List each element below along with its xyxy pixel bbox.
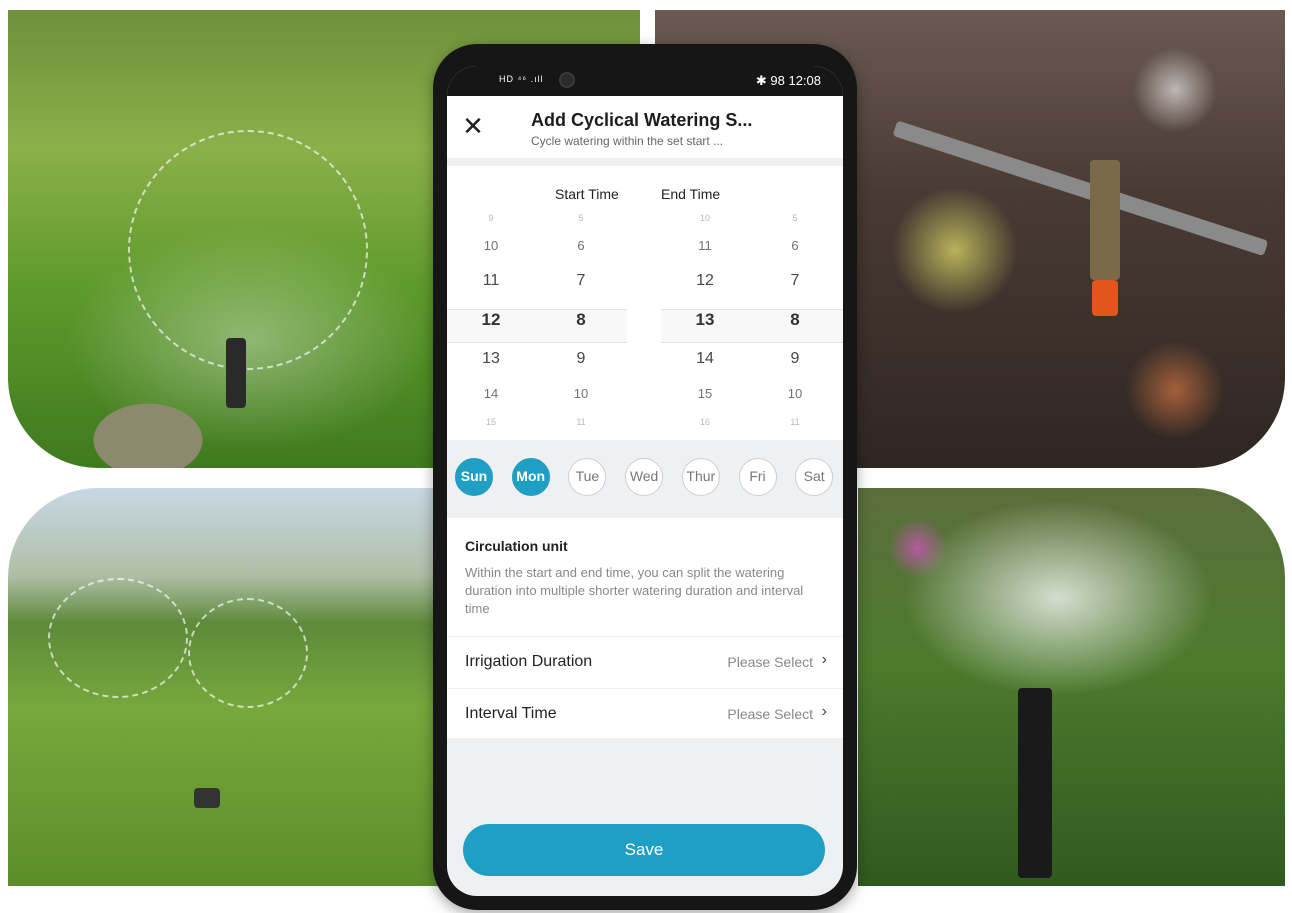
irrigation-duration-row[interactable]: Irrigation Duration Please Select › [447, 636, 843, 688]
wheel-option[interactable]: 15 [675, 378, 735, 410]
start-hour-wheel[interactable]: 9 10 11 12 13 14 15 [461, 206, 521, 434]
day-chip-thur[interactable]: Thur [681, 458, 720, 496]
wheel-option[interactable]: 10 [675, 206, 735, 230]
wheel-option[interactable]: 15 [461, 410, 521, 434]
wheel-option[interactable]: 14 [461, 378, 521, 410]
wheel-option[interactable]: 14 [675, 340, 735, 378]
day-chip-sun[interactable]: Sun [455, 458, 493, 496]
start-minute-wheel[interactable]: 5 6 7 8 9 10 11 [551, 206, 611, 434]
wheel-option[interactable]: 9 [461, 206, 521, 230]
wheel-option[interactable]: 10 [551, 378, 611, 410]
day-chip-fri[interactable]: Fri [738, 458, 777, 496]
end-time-label: End Time [661, 186, 721, 202]
wheel-option[interactable]: 10 [461, 230, 521, 262]
wheel-option[interactable]: 11 [461, 262, 521, 300]
day-chip-sat[interactable]: Sat [795, 458, 834, 496]
wheel-option[interactable]: 6 [551, 230, 611, 262]
phone-device: HD ⁴⁶ .ıll ✱ 98 12:08 ✕ Add Cyclical Wat… [433, 44, 857, 910]
wheel-option[interactable]: 5 [551, 206, 611, 230]
row-label: Interval Time [465, 705, 557, 722]
circulation-title: Circulation unit [465, 538, 568, 554]
garden-sprinkler-photo [858, 488, 1285, 886]
page-subtitle: Cycle watering within the set start ... [531, 134, 724, 148]
start-time-label: Start Time [555, 186, 619, 202]
day-chip-tue[interactable]: Tue [568, 458, 607, 496]
app-screen: HD ⁴⁶ .ıll ✱ 98 12:08 ✕ Add Cyclical Wat… [447, 66, 843, 896]
row-value: Please Select [727, 654, 813, 670]
interval-time-row[interactable]: Interval Time Please Select › [447, 688, 843, 740]
wheel-option[interactable]: 9 [551, 340, 611, 378]
wheel-option[interactable]: 6 [765, 230, 825, 262]
page-header: ✕ Add Cyclical Watering S... Cycle water… [447, 96, 843, 158]
chevron-right-icon: › [821, 651, 827, 668]
wheel-option[interactable]: 13 [675, 300, 735, 340]
wheel-option[interactable]: 11 [551, 410, 611, 434]
status-right: ✱ 98 12:08 [755, 73, 821, 88]
wheel-option[interactable]: 12 [461, 300, 521, 340]
circulation-description: Within the start and end time, you can s… [465, 565, 804, 616]
day-chip-mon[interactable]: Mon [511, 458, 550, 496]
close-icon[interactable]: ✕ [457, 110, 489, 142]
time-picker[interactable]: Start Time End Time 9 10 11 12 13 14 15 567891… [447, 166, 843, 440]
wheel-option[interactable]: 11 [675, 230, 735, 262]
page-title: Add Cyclical Watering S... [531, 110, 753, 130]
wheel-option[interactable]: 7 [551, 262, 611, 300]
wheel-option[interactable]: 8 [765, 300, 825, 340]
row-label: Irrigation Duration [465, 653, 593, 670]
signal-indicator: HD ⁴⁶ .ıll [499, 74, 544, 84]
end-hour-wheel[interactable]: 10 11 12 13 14 15 16 [675, 206, 735, 434]
wheel-option[interactable]: 12 [675, 262, 735, 300]
status-bar: HD ⁴⁶ .ıll ✱ 98 12:08 [447, 66, 843, 96]
camera-icon [559, 72, 575, 88]
wheel-option[interactable]: 11 [765, 410, 825, 434]
wheel-option[interactable]: 16 [675, 410, 735, 434]
wheel-option[interactable]: 10 [765, 378, 825, 410]
wheel-option[interactable]: 9 [765, 340, 825, 378]
day-chip-wed[interactable]: Wed [625, 458, 664, 496]
wheel-option[interactable]: 5 [765, 206, 825, 230]
row-value: Please Select [727, 706, 813, 722]
wheel-option[interactable]: 7 [765, 262, 825, 300]
circulation-section: Circulation unit Within the start and en… [447, 518, 843, 738]
weekday-selector: Sun Mon Tue Wed Thur Fri Sat [447, 440, 843, 518]
chevron-right-icon: › [821, 703, 827, 720]
save-button[interactable]: Save [463, 824, 825, 876]
end-minute-wheel[interactable]: 5 6 7 8 9 10 11 [765, 206, 825, 434]
wheel-option[interactable]: 8 [551, 300, 611, 340]
wheel-option[interactable]: 13 [461, 340, 521, 378]
